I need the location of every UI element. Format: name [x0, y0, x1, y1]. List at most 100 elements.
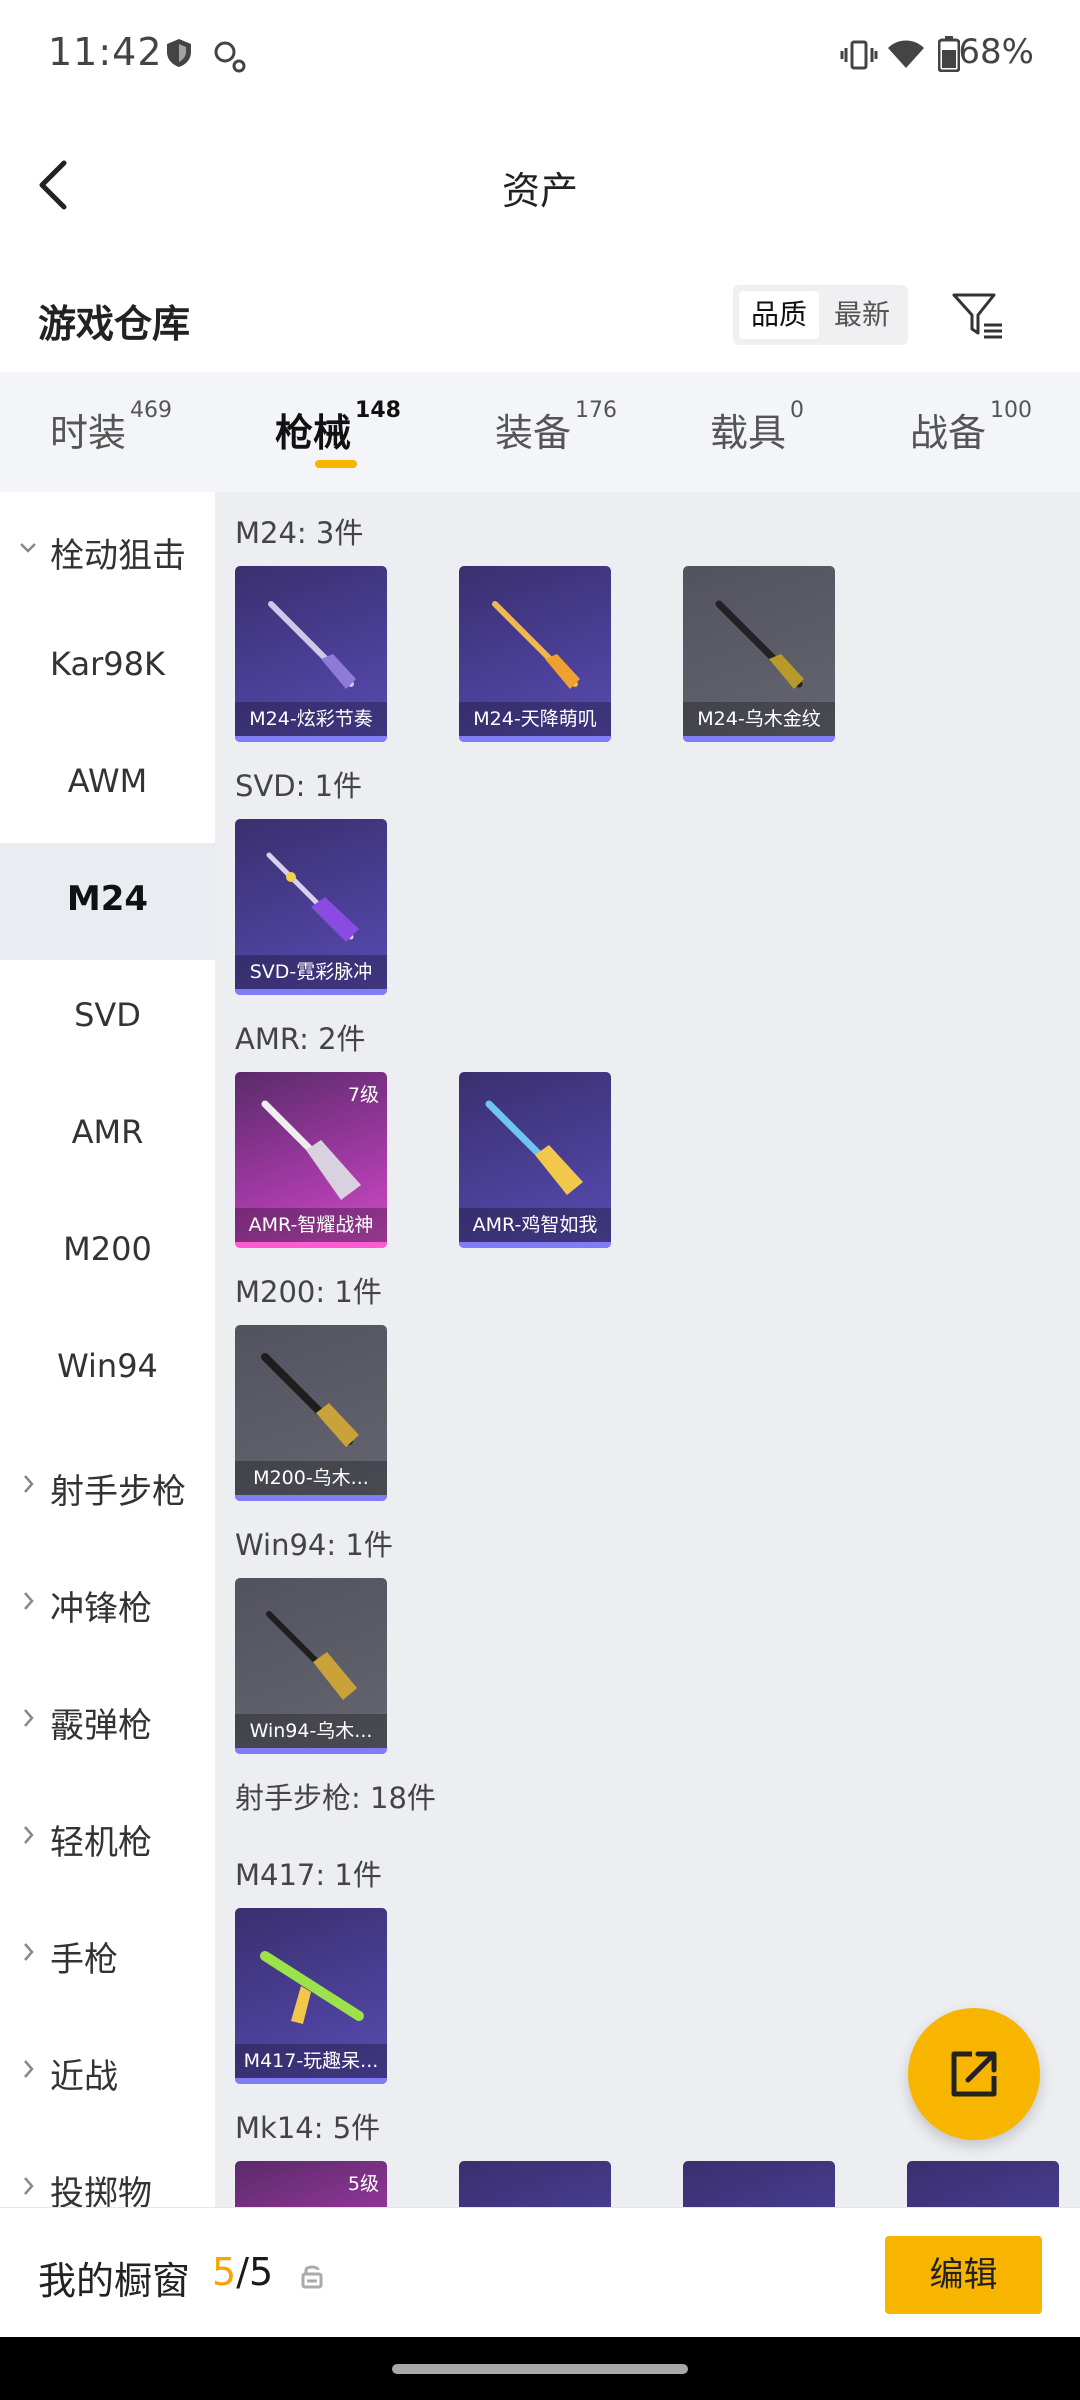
tab-count: 148: [355, 398, 401, 423]
rarity-bar: [235, 1242, 387, 1248]
sort-quality-button[interactable]: 品质: [739, 291, 819, 339]
battery-icon: [937, 36, 961, 76]
chevron-right-icon: [24, 1709, 34, 1727]
item-card[interactable]: [683, 2161, 835, 2207]
rifle-icon: [260, 1951, 364, 2024]
chevron-down-icon: [20, 543, 36, 553]
sidebar-item-win94[interactable]: Win94: [0, 1311, 215, 1428]
item-card[interactable]: [459, 2161, 611, 2207]
item-name: M24-炫彩节奏: [235, 702, 387, 736]
item-card[interactable]: M24-天降萌叽: [459, 566, 611, 742]
status-bar: 11:42 68%: [0, 0, 1080, 110]
sidebar-item-label: 近战: [50, 2057, 118, 2097]
tab-label: 枪械: [275, 411, 352, 455]
item-card[interactable]: AMR-鸡智如我: [459, 1072, 611, 1248]
tab-label: 战备: [910, 411, 987, 455]
tab-firearms[interactable]: 枪械148: [275, 398, 401, 462]
external-link-icon: [951, 2051, 997, 2097]
sort-newest-button[interactable]: 最新: [821, 291, 903, 339]
tab-supplies[interactable]: 战备100: [910, 398, 1032, 462]
chevron-right-icon: [24, 2060, 34, 2078]
item-name: AMR-智耀战神: [235, 1208, 387, 1242]
sidebar-item-shotgun[interactable]: 霰弹枪: [0, 1662, 215, 1779]
rarity-bar: [459, 1242, 611, 1248]
sidebar-item-label: 手枪: [50, 1940, 118, 1980]
sidebar-item-m24[interactable]: M24: [0, 843, 215, 960]
home-gesture-handle[interactable]: [392, 2364, 688, 2374]
sidebar-item-amr[interactable]: AMR: [0, 1077, 215, 1194]
item-card[interactable]: M417-玩趣呆...: [235, 1908, 387, 2084]
showcase-current: 5: [212, 2250, 237, 2294]
filter-button[interactable]: [948, 285, 1008, 345]
rifle-icon: [492, 601, 580, 689]
tab-vehicles[interactable]: 载具0: [710, 398, 804, 462]
tab-count: 100: [990, 398, 1033, 423]
showcase-label: 我的橱窗: [38, 2259, 191, 2303]
sort-toggle: 品质 最新: [733, 285, 908, 345]
rifle-icon: [266, 852, 359, 942]
item-card[interactable]: Win94-乌木...: [235, 1578, 387, 1754]
tab-equipment[interactable]: 装备176: [495, 398, 617, 462]
rarity-bar: [683, 736, 835, 742]
chevron-right-icon: [24, 1475, 34, 1493]
sidebar-item-bolt-action[interactable]: 栓动狙击: [0, 492, 215, 609]
sidebar-item-pistol[interactable]: 手枪: [0, 1896, 215, 2013]
item-card[interactable]: SVD-霓彩脉冲: [235, 819, 387, 995]
showcase-count: 5/5: [212, 2250, 273, 2294]
item-card[interactable]: 5级: [235, 2161, 387, 2207]
sidebar-item-awm[interactable]: AWM: [0, 726, 215, 843]
item-card[interactable]: [907, 2161, 1059, 2207]
tab-count: 176: [575, 398, 618, 423]
category-tabs: 时装469 枪械148 装备176 载具0 战备100: [0, 372, 1080, 492]
lock-icon: [300, 2263, 324, 2293]
sidebar-item-melee[interactable]: 近战: [0, 2013, 215, 2130]
item-level-badge: 5级: [347, 2173, 379, 2195]
sidebar-item-label: 霰弹枪: [50, 1706, 152, 1746]
rarity-bar: [235, 736, 387, 742]
tab-count: 469: [130, 398, 173, 423]
section-title-mk14: Mk14: 5件: [235, 2111, 381, 2145]
key-icon: [213, 40, 247, 78]
chevron-right-icon: [24, 1943, 34, 1961]
share-button[interactable]: [908, 2008, 1040, 2140]
rifle-icon: [485, 1100, 583, 1195]
chevron-right-icon: [24, 1592, 34, 1610]
section-title-svd: SVD: 1件: [235, 769, 363, 803]
sidebar-item-smg[interactable]: 冲锋枪: [0, 1545, 215, 1662]
category-sidebar: 栓动狙击 Kar98K AWM M24 SVD AMR M200 Win94 射…: [0, 492, 215, 2207]
sidebar-item-label: 冲锋枪: [50, 1589, 152, 1629]
sidebar-item-label: M200: [63, 1230, 152, 1268]
item-card[interactable]: M24-炫彩节奏: [235, 566, 387, 742]
rifle-icon: [268, 601, 356, 689]
item-grid: M24: 3件 M24-炫彩节奏 M24-天降萌叽 M24-乌木金纹 SVD: …: [215, 492, 1080, 2207]
page-title: 资产: [501, 169, 578, 213]
item-name: M24-乌木金纹: [683, 702, 835, 736]
rifle-icon: [261, 1100, 361, 1200]
section-title-win94: Win94: 1件: [235, 1528, 393, 1562]
sidebar-item-label: AWM: [67, 762, 148, 800]
sidebar-item-label: 投掷物: [50, 2174, 152, 2207]
sidebar-item-label: 栓动狙击: [50, 536, 186, 576]
filter-icon: [952, 293, 1002, 339]
sidebar-item-marksman[interactable]: 射手步枪: [0, 1428, 215, 1545]
tab-fashion[interactable]: 时装469: [50, 398, 172, 462]
sidebar-item-svd[interactable]: SVD: [0, 960, 215, 1077]
sidebar-item-lmg[interactable]: 轻机枪: [0, 1779, 215, 1896]
sidebar-item-label: 射手步枪: [50, 1472, 186, 1512]
sidebar-item-throwables[interactable]: 投掷物: [0, 2130, 215, 2207]
sidebar-item-label: SVD: [74, 996, 141, 1034]
item-card[interactable]: M200-乌木...: [235, 1325, 387, 1501]
sidebar-item-label: M24: [66, 879, 149, 919]
sidebar-item-label: 轻机枪: [50, 1823, 152, 1863]
item-name: Win94-乌木...: [235, 1714, 387, 1748]
sidebar-item-kar98k[interactable]: Kar98K: [0, 609, 215, 726]
chevron-right-icon: [24, 2177, 34, 2195]
item-card[interactable]: M24-乌木金纹: [683, 566, 835, 742]
sidebar-item-m200[interactable]: M200: [0, 1194, 215, 1311]
item-card[interactable]: 7级 AMR-智耀战神: [235, 1072, 387, 1248]
tab-label: 时装: [50, 411, 127, 455]
item-name: AMR-鸡智如我: [459, 1208, 611, 1242]
item-name: M417-玩趣呆...: [235, 2044, 387, 2078]
system-nav-bar: [0, 2337, 1080, 2400]
edit-button[interactable]: 编辑: [885, 2236, 1042, 2314]
